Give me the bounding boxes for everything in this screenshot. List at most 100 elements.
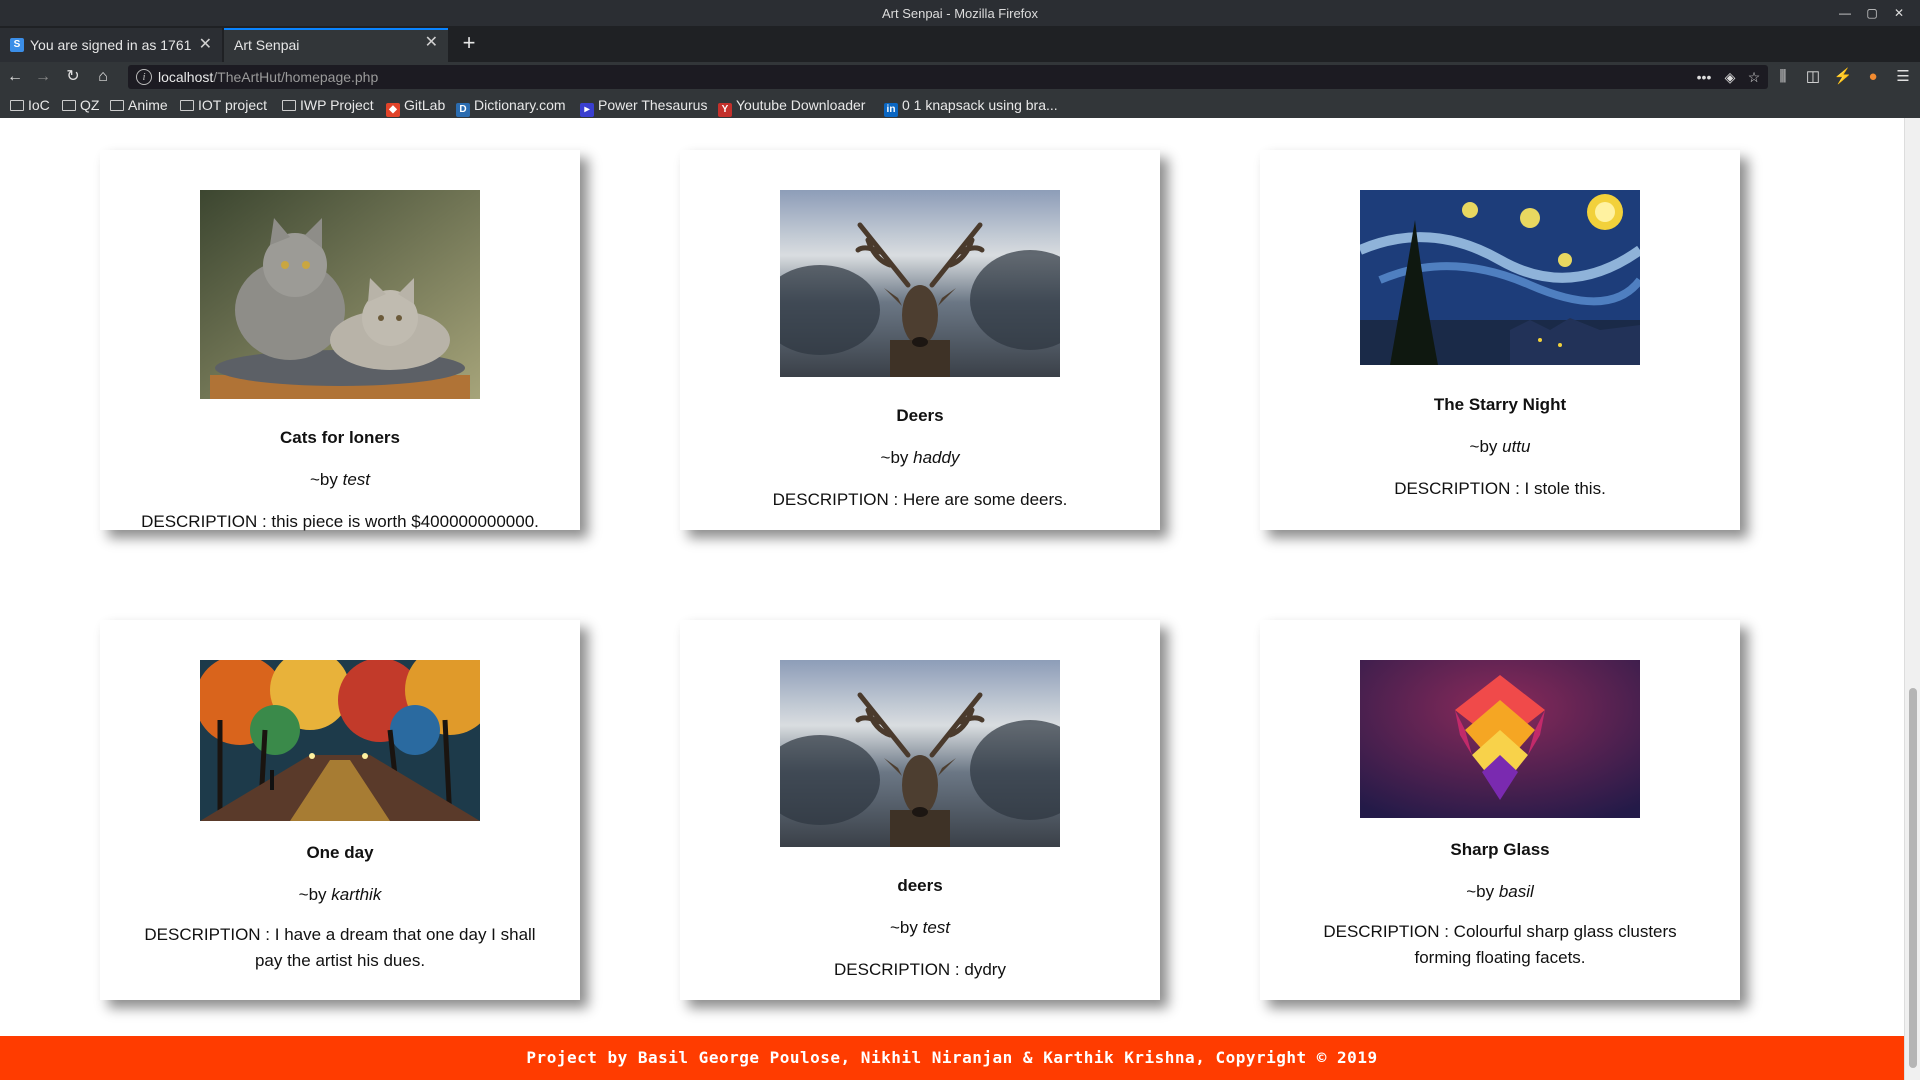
art-author-line: ~by test (680, 918, 1160, 938)
folder-icon (180, 100, 194, 111)
art-title[interactable]: Sharp Glass (1260, 840, 1740, 860)
by-prefix: ~by (1469, 437, 1503, 456)
art-description: DESCRIPTION : I have a dream that one da… (144, 925, 536, 970)
thesaurus-icon: ▸ (580, 103, 594, 117)
art-description: DESCRIPTION : Colourful sharp glass clus… (1323, 922, 1677, 967)
minimize-icon[interactable]: — (1836, 4, 1854, 22)
by-prefix: ~by (298, 885, 332, 904)
tab-signed-in[interactable]: S You are signed in as 1761 ✕ (0, 28, 222, 62)
bookmark-knapsack[interactable]: in 0 1 knapsack using bra... (884, 96, 1058, 117)
page-actions-icon[interactable]: ••• (1694, 67, 1714, 87)
art-author-line: ~by karthik (100, 885, 580, 905)
scrollbar-thumb[interactable] (1909, 688, 1917, 1068)
address-url[interactable]: localhost/TheArtHut/homepage.php (158, 69, 378, 85)
bookmark-ioc[interactable]: IoC (10, 96, 50, 114)
bookmark-gitlab[interactable]: ◆ GitLab (386, 96, 445, 117)
bookmark-power-thesaurus[interactable]: ▸ Power Thesaurus (580, 96, 707, 117)
bookmark-label: IoC (28, 97, 50, 113)
site-info-icon[interactable]: i (136, 69, 152, 85)
bookmark-label: QZ (80, 97, 100, 113)
bookmark-youtube-downloader[interactable]: Y Youtube Downloader (718, 96, 865, 117)
bookmark-label: Dictionary.com (474, 97, 566, 113)
by-prefix: ~by (880, 448, 914, 467)
art-author[interactable]: basil (1499, 882, 1534, 901)
linkedin-icon: in (884, 103, 898, 117)
bookmark-label: Power Thesaurus (598, 97, 708, 113)
bookmark-qz[interactable]: QZ (62, 96, 99, 114)
address-path: /TheArtHut/homepage.php (213, 69, 379, 85)
maximize-icon[interactable]: ▢ (1863, 4, 1881, 22)
window-title: Art Senpai - Mozilla Firefox (881, 6, 1039, 21)
art-title[interactable]: Deers (680, 406, 1160, 426)
gitlab-icon: ◆ (386, 103, 400, 117)
forward-icon[interactable]: → (32, 66, 54, 88)
art-title[interactable]: One day (100, 843, 580, 863)
art-description: DESCRIPTION : Here are some deers. (772, 490, 1068, 509)
cats-artwork[interactable] (200, 190, 480, 399)
pocket-icon[interactable]: ◈ (1720, 67, 1740, 87)
firefox-account-icon[interactable]: ● (1862, 66, 1884, 88)
by-prefix: ~by (309, 470, 343, 489)
starry-night-artwork[interactable] (1360, 190, 1640, 365)
art-title[interactable]: The Starry Night (1260, 395, 1740, 415)
autumn-alley-artwork[interactable] (200, 660, 480, 821)
folder-icon (282, 100, 296, 111)
window-titlebar: Art Senpai - Mozilla Firefox — ▢ ✕ (0, 0, 1920, 26)
bookmark-label: IWP Project (300, 97, 374, 113)
art-title[interactable]: Cats for loners (100, 428, 580, 448)
tab-label: You are signed in as 1761 (30, 37, 192, 53)
extension-icon[interactable]: ⚡ (1832, 66, 1854, 88)
tab-label: Art Senpai (234, 37, 300, 53)
youtube-icon: Y (718, 103, 732, 117)
menu-icon[interactable]: ☰ (1892, 66, 1914, 88)
folder-icon (10, 100, 24, 111)
library-icon[interactable]: ⫼ (1772, 66, 1794, 88)
art-author[interactable]: test (923, 918, 950, 937)
close-tab-icon[interactable]: ✕ (199, 28, 212, 62)
art-title[interactable]: deers (680, 876, 1160, 896)
sidebar-icon[interactable]: ◫ (1802, 66, 1824, 88)
back-icon[interactable]: ← (4, 66, 26, 88)
deer-artwork[interactable] (780, 660, 1060, 847)
folder-icon (110, 100, 124, 111)
close-tab-icon[interactable]: ✕ (425, 30, 438, 58)
art-card[interactable]: Sharp Glass ~by basil DESCRIPTION : Colo… (1260, 620, 1740, 1000)
sharp-glass-artwork[interactable] (1360, 660, 1640, 818)
art-author[interactable]: haddy (913, 448, 959, 467)
address-host: localhost (158, 69, 214, 85)
dictionary-icon: D (456, 103, 470, 117)
art-author-line: ~by haddy (680, 448, 1160, 468)
bookmark-label: Youtube Downloader (736, 97, 866, 113)
art-author[interactable]: karthik (331, 885, 381, 904)
reload-icon[interactable]: ↻ (62, 66, 84, 88)
art-author-line: ~by basil (1260, 882, 1740, 902)
art-card[interactable]: Cats for loners ~by test DESCRIPTION : t… (100, 150, 580, 531)
deer-artwork[interactable] (780, 190, 1060, 377)
close-window-icon[interactable]: ✕ (1890, 4, 1908, 22)
art-author[interactable]: uttu (1502, 437, 1530, 456)
bookmark-anime[interactable]: Anime (110, 96, 168, 114)
bookmark-iwp-project[interactable]: IWP Project (282, 96, 374, 114)
site-favicon-icon: S (10, 38, 24, 52)
page-scrollbar[interactable] (1904, 118, 1920, 1080)
tab-art-senpai[interactable]: Art Senpai ✕ (224, 28, 448, 62)
art-description: DESCRIPTION : I stole this. (1394, 479, 1606, 498)
art-card[interactable]: The Starry Night ~by uttu DESCRIPTION : … (1260, 150, 1740, 530)
bookmark-label: 0 1 knapsack using bra... (902, 97, 1058, 113)
navigation-toolbar: ← → ↻ ⌂ i localhost/TheArtHut/homepage.p… (0, 62, 1920, 92)
art-author[interactable]: test (343, 470, 370, 489)
art-card[interactable]: deers ~by test DESCRIPTION : dydry (680, 620, 1160, 1000)
home-icon[interactable]: ⌂ (92, 66, 114, 88)
art-description: DESCRIPTION : this piece is worth $40000… (141, 512, 539, 531)
bookmark-label: IOT project (198, 97, 267, 113)
art-card[interactable]: One day ~by karthik DESCRIPTION : I have… (100, 620, 580, 1000)
address-bar[interactable]: i localhost/TheArtHut/homepage.php ••• ◈… (128, 65, 1768, 89)
bookmark-dictionary[interactable]: D Dictionary.com (456, 96, 566, 117)
bookmark-iot-project[interactable]: IOT project (180, 96, 267, 114)
bookmark-star-icon[interactable]: ☆ (1744, 67, 1764, 87)
folder-icon (62, 100, 76, 111)
bookmark-label: GitLab (404, 97, 446, 113)
art-card[interactable]: Deers ~by haddy DESCRIPTION : Here are s… (680, 150, 1160, 530)
new-tab-button[interactable]: + (456, 28, 482, 58)
art-author-line: ~by test (100, 470, 580, 490)
